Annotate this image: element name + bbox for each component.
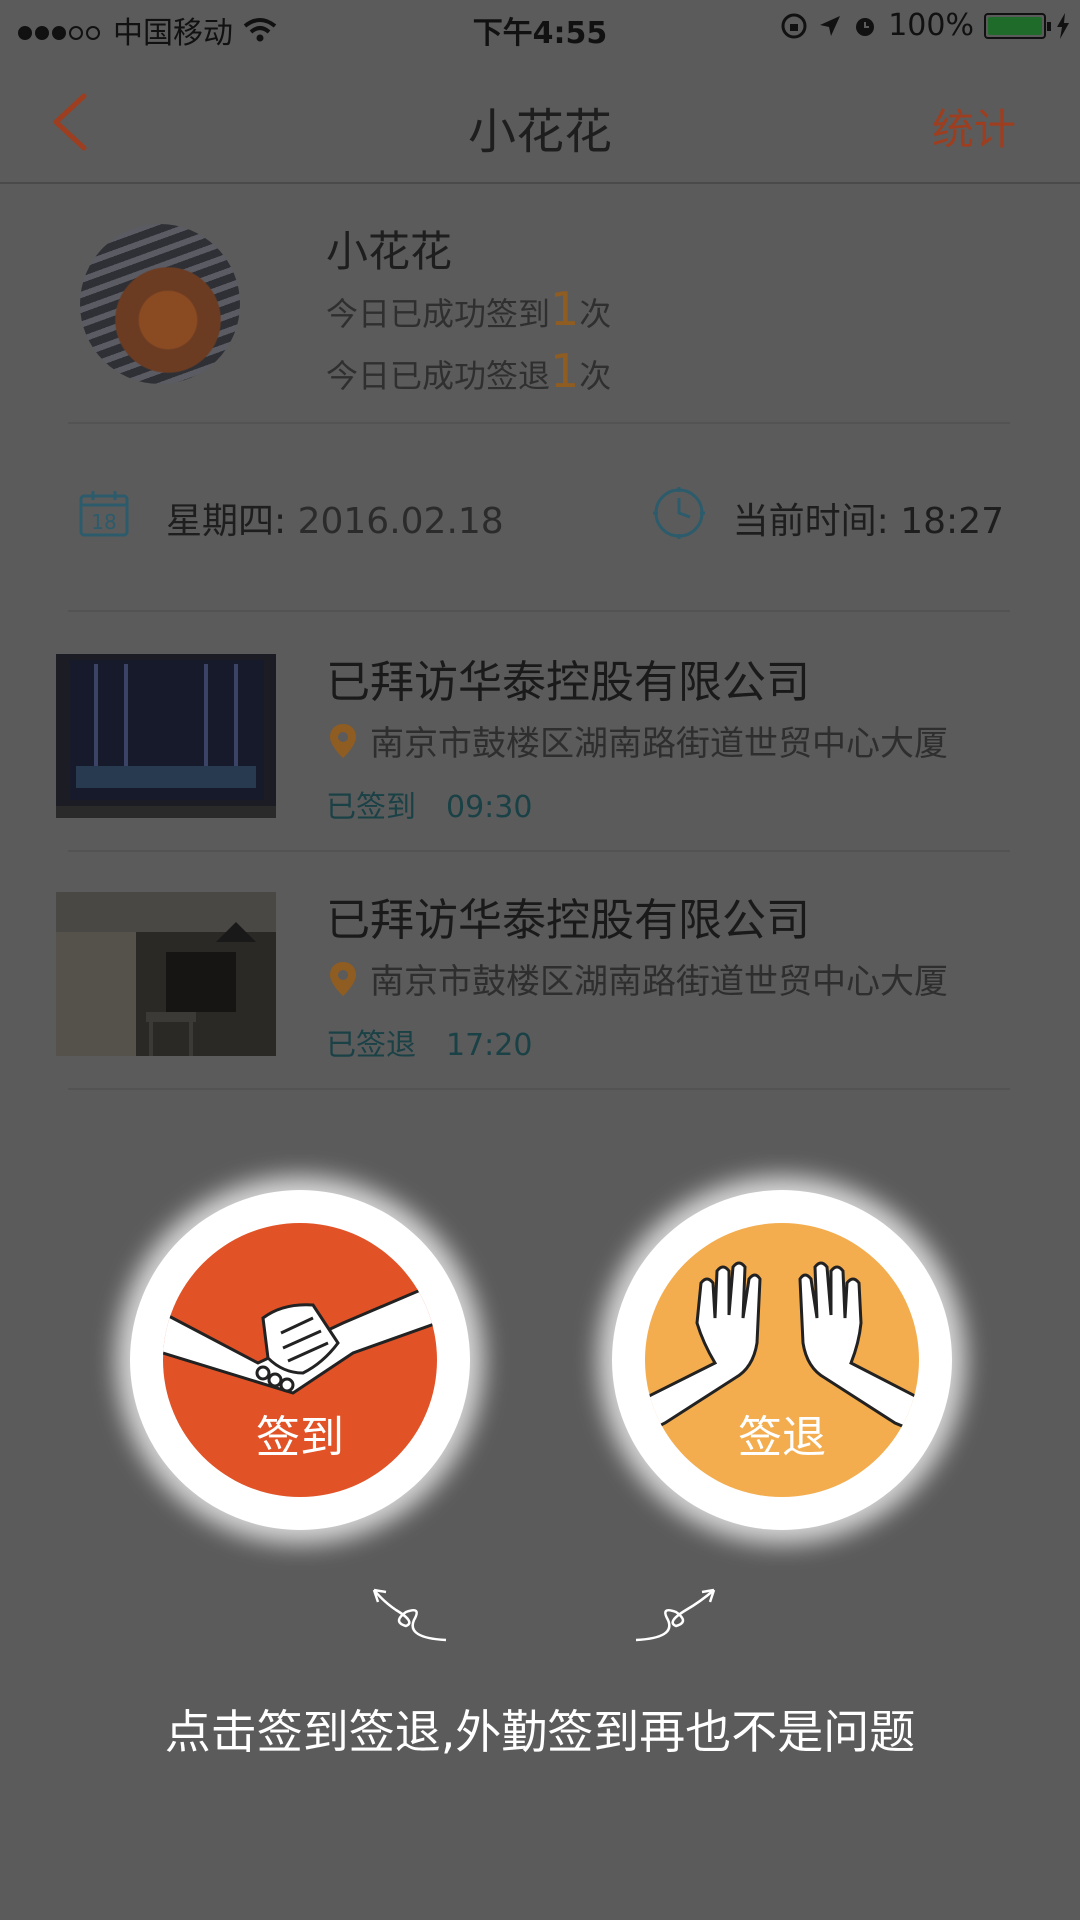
avatar[interactable]: [80, 224, 240, 384]
location-pin-icon: [330, 962, 356, 996]
weekday-label: 星期四:: [166, 501, 287, 542]
location-pin-icon: [330, 724, 356, 758]
profile-name: 小花花: [326, 227, 453, 276]
visit-photo: [56, 654, 276, 818]
visit-status-time: 17:20: [446, 1028, 533, 1063]
battery-icon: [984, 12, 1051, 39]
visit-status: 已签到 09:30: [326, 782, 532, 826]
calendar-icon: 18: [79, 491, 129, 537]
date-value: 2016.02.18: [297, 501, 504, 542]
checkout-suffix: 次: [579, 357, 612, 395]
date-label: 星期四: 2016.02.18: [166, 492, 504, 544]
time-label: 当前时间:: [732, 501, 889, 542]
checkout-button[interactable]: 签退: [612, 1190, 952, 1530]
profile-section: 小花花 今日已成功签到1次 今日已成功签退1次: [0, 184, 1080, 424]
visit-status: 已签退 17:20: [326, 1020, 532, 1064]
visit-address: 南京市鼓楼区湖南路街道世贸中心大厦: [370, 724, 948, 764]
status-right: 100%: [780, 8, 1070, 43]
calendar-day: 18: [91, 510, 116, 534]
current-time-label: 当前时间: 18:27: [733, 492, 1004, 544]
checkin-suffix: 次: [579, 295, 612, 333]
page-title: 小花花: [467, 104, 612, 160]
alarm-icon: [856, 17, 875, 36]
visit-status-time: 09:30: [446, 790, 533, 825]
checkin-prefix: 今日已成功签到: [326, 295, 551, 333]
charging-bolt-icon: [1057, 12, 1069, 39]
curly-arrow-left-icon: [372, 1588, 447, 1642]
visit-title: 已拜访华泰控股有限公司: [326, 657, 810, 708]
rotation-lock-icon: [781, 13, 807, 38]
checkout-button-face[interactable]: 签退: [645, 1223, 919, 1497]
statistics-button[interactable]: 统计: [932, 96, 1016, 157]
visit-photo: [56, 892, 276, 1056]
divider: [68, 422, 1010, 424]
tagline: 点击签到签退,外勤签到再也不是问题: [164, 1705, 916, 1759]
navigation-bar: 小花花 统计: [0, 56, 1080, 184]
battery-percent: 100%: [888, 8, 974, 43]
checkout-count: 1: [550, 344, 580, 398]
visit-status-label: 已签到: [326, 790, 416, 825]
list-item[interactable]: 已拜访华泰控股有限公司 南京市鼓楼区湖南路街道世贸中心大厦 已签到 09:30: [0, 612, 1080, 850]
time-value: 18:27: [900, 501, 1004, 542]
curly-arrow-right-icon: [635, 1588, 716, 1642]
date-time-row: 18 星期四: 2016.02.18 当前时间: 18:27: [0, 480, 1080, 550]
visit-status-label: 已签退: [326, 1028, 416, 1063]
checkout-prefix: 今日已成功签退: [326, 357, 551, 395]
divider: [68, 1088, 1010, 1090]
checkin-button[interactable]: 签到: [130, 1190, 470, 1530]
checkout-label: 签退: [738, 1412, 826, 1463]
checkout-count-line: 今日已成功签退1次: [326, 344, 611, 398]
checkin-count-line: 今日已成功签到1次: [326, 282, 611, 336]
checkin-button-face[interactable]: 签到: [163, 1223, 437, 1497]
list-item[interactable]: 已拜访华泰控股有限公司 南京市鼓楼区湖南路街道世贸中心大厦 已签退 17:20: [0, 850, 1080, 1088]
status-bar: 中国移动 下午4:55 100%: [0, 0, 1080, 56]
checkin-count: 1: [550, 282, 580, 336]
visit-title: 已拜访华泰控股有限公司: [326, 895, 810, 946]
location-arrow-icon: [820, 15, 841, 36]
clock-icon: [653, 487, 705, 539]
checkin-label: 签到: [256, 1412, 344, 1463]
visit-address: 南京市鼓楼区湖南路街道世贸中心大厦: [370, 962, 948, 1002]
